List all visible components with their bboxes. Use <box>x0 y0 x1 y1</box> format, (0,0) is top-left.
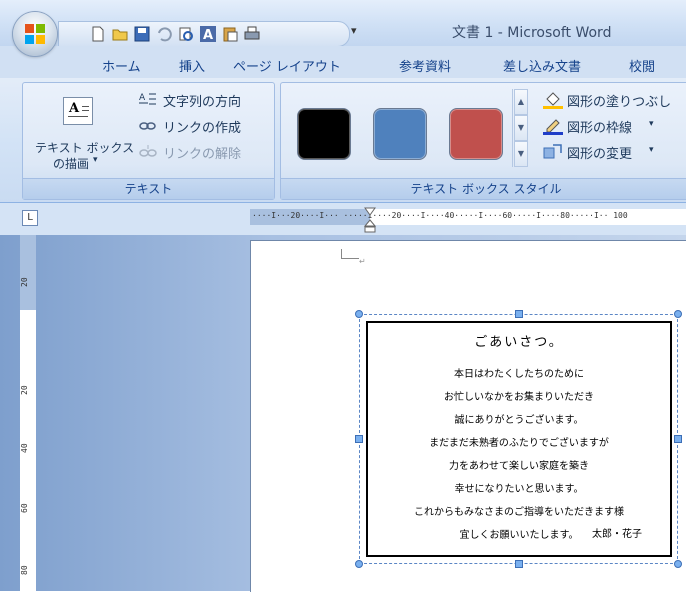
draw-textbox-label: テキスト ボックス <box>35 141 135 155</box>
resize-handle-top-left[interactable] <box>355 310 363 318</box>
tab-home[interactable]: ホーム <box>102 56 141 75</box>
textbox-line: これからもみなさまのご指導をいただきます様 <box>414 507 624 518</box>
paragraph-mark: ↵ <box>359 257 366 266</box>
resize-handle-top[interactable] <box>515 310 523 318</box>
textbox-title: ごあいさつ。 <box>474 335 564 350</box>
break-link-button: リンクの解除 <box>139 141 269 163</box>
change-shape-label: 図形の変更 <box>567 147 633 162</box>
style-swatch-red[interactable] <box>449 108 503 160</box>
office-button[interactable] <box>13 12 57 56</box>
tab-insert[interactable]: 挿入 <box>179 56 205 75</box>
draw-textbox-label-2: の描画 <box>53 157 90 171</box>
link-icon <box>139 122 156 130</box>
vruler-label: 20 <box>20 277 29 287</box>
ribbon: A テキスト ボックス の描画 ▾ A 文字列の方向 リンクの作成 リンクの解除… <box>0 78 686 203</box>
textbox-line: 誠にありがとうございます。 <box>454 415 584 426</box>
text-group: A テキスト ボックス の描画 ▾ A 文字列の方向 リンクの作成 リンクの解除… <box>22 82 275 200</box>
save-icon[interactable] <box>133 25 151 43</box>
style-swatch-blue[interactable] <box>373 108 427 160</box>
vruler-label: 60 <box>20 503 29 513</box>
paint-bucket-icon <box>543 92 563 109</box>
vertical-ruler[interactable]: 20 20 40 60 80 <box>20 235 36 591</box>
shape-fill-label: 図形の塗りつぶし <box>567 95 672 110</box>
open-folder-icon[interactable] <box>111 25 129 43</box>
resize-handle-bottom-left[interactable] <box>355 560 363 568</box>
shape-outline-label: 図形の枠線 <box>567 121 633 136</box>
text-direction-button[interactable]: A 文字列の方向 <box>139 89 269 111</box>
title-bar: A ▾ 文書 1 - Microsoft Word <box>0 0 686 47</box>
textbox-styles-group: ▲ ▼ ▼ 図形の塗りつぶし 図形の枠線 ▾ 図形の変更 ▾ テキスト ボックス… <box>280 82 686 200</box>
style-swatch-black[interactable] <box>297 108 351 160</box>
svg-text:A: A <box>203 28 213 43</box>
shape-fill-button[interactable]: 図形の塗りつぶし <box>543 89 686 111</box>
resize-handle-right[interactable] <box>674 435 682 443</box>
draw-textbox-button[interactable]: A テキスト ボックス の描画 ▾ <box>23 83 135 175</box>
textbox-line: 本日はわたくしたちのために <box>454 369 584 380</box>
customize-qat-arrow[interactable]: ▾ <box>351 24 357 37</box>
text-direction-label: 文字列の方向 <box>163 95 242 110</box>
textbox-icon: A <box>63 97 93 125</box>
ruler-row: L ····I···20····I··· ·····I····20····I··… <box>0 203 686 235</box>
resize-handle-bottom-right[interactable] <box>674 560 682 568</box>
tab-mailings[interactable]: 差し込み文書 <box>503 56 581 75</box>
crop-mark <box>341 258 359 259</box>
gallery-more-button[interactable]: ▼ <box>514 141 528 167</box>
change-shape-icon <box>543 144 562 159</box>
change-shape-button[interactable]: 図形の変更 ▾ <box>543 141 686 163</box>
chevron-down-icon: ▾ <box>93 155 98 165</box>
textbox-styles-group-label: テキスト ボックス スタイル <box>281 178 686 199</box>
gallery-down-button[interactable]: ▼ <box>514 115 528 141</box>
textbox-line: 幸せになりたいと思います。 <box>454 484 584 495</box>
tab-references[interactable]: 参考資料 <box>399 56 451 75</box>
ribbon-tabs: ホーム 挿入 ページ レイアウト 参考資料 差し込み文書 校閲 <box>0 46 686 78</box>
quick-access-toolbar: A ▾ <box>58 21 357 47</box>
undo-icon[interactable] <box>155 25 173 43</box>
print-preview-icon[interactable] <box>177 25 195 43</box>
create-link-label: リンクの作成 <box>163 121 242 136</box>
horizontal-ruler-labels: ····I···20····I··· ·····I····20····I····… <box>252 211 628 220</box>
textbox-signature: 太郎・花子 <box>592 529 642 540</box>
textbox-line: 力をあわせて楽しい家庭を築き <box>449 461 589 472</box>
vruler-label: 20 <box>20 385 29 395</box>
vruler-label: 80 <box>20 565 29 575</box>
text-a-icon[interactable]: A <box>199 25 217 43</box>
broken-link-icon <box>139 145 157 157</box>
shape-outline-button[interactable]: 図形の枠線 ▾ <box>543 115 686 137</box>
vruler-label: 40 <box>20 443 29 453</box>
create-link-button[interactable]: リンクの作成 <box>139 115 269 137</box>
pencil-icon <box>543 119 563 135</box>
textbox-line: お忙しいなかをお集まりいただき <box>444 392 594 403</box>
vertical-ruler-margin <box>20 235 36 310</box>
resize-handle-left[interactable] <box>355 435 363 443</box>
tab-selector[interactable]: L <box>22 210 38 226</box>
chevron-down-icon: ▾ <box>649 145 654 155</box>
resize-handle-top-right[interactable] <box>674 310 682 318</box>
new-document-icon[interactable] <box>89 25 107 43</box>
textbox-line: まだまだ未熟者のふたりでございますが <box>429 438 609 449</box>
textbox-body: 本日はわたくしたちのために お忙しいなかをお集まりいただき 誠にありがとうござい… <box>368 363 670 547</box>
chevron-down-icon: ▾ <box>649 119 654 129</box>
break-link-label: リンクの解除 <box>163 147 242 162</box>
text-group-label: テキスト <box>23 178 274 199</box>
gallery-up-button[interactable]: ▲ <box>514 89 528 115</box>
printer-icon[interactable] <box>243 25 261 43</box>
text-direction-icon: A <box>139 93 156 105</box>
tab-review[interactable]: 校閲 <box>629 56 655 75</box>
tab-page-layout[interactable]: ページ レイアウト <box>233 56 341 75</box>
greeting-textbox[interactable]: ごあいさつ。 本日はわたくしたちのために お忙しいなかをお集まりいただき 誠にあ… <box>366 321 672 557</box>
window-title: 文書 1 - Microsoft Word <box>452 25 612 41</box>
gallery-scrollbar: ▲ ▼ ▼ <box>512 89 528 167</box>
resize-handle-bottom[interactable] <box>515 560 523 568</box>
office-logo-icon <box>25 24 45 44</box>
svg-text:A: A <box>139 93 146 103</box>
indent-marker-icon[interactable] <box>364 207 376 233</box>
paste-icon[interactable] <box>221 25 239 43</box>
